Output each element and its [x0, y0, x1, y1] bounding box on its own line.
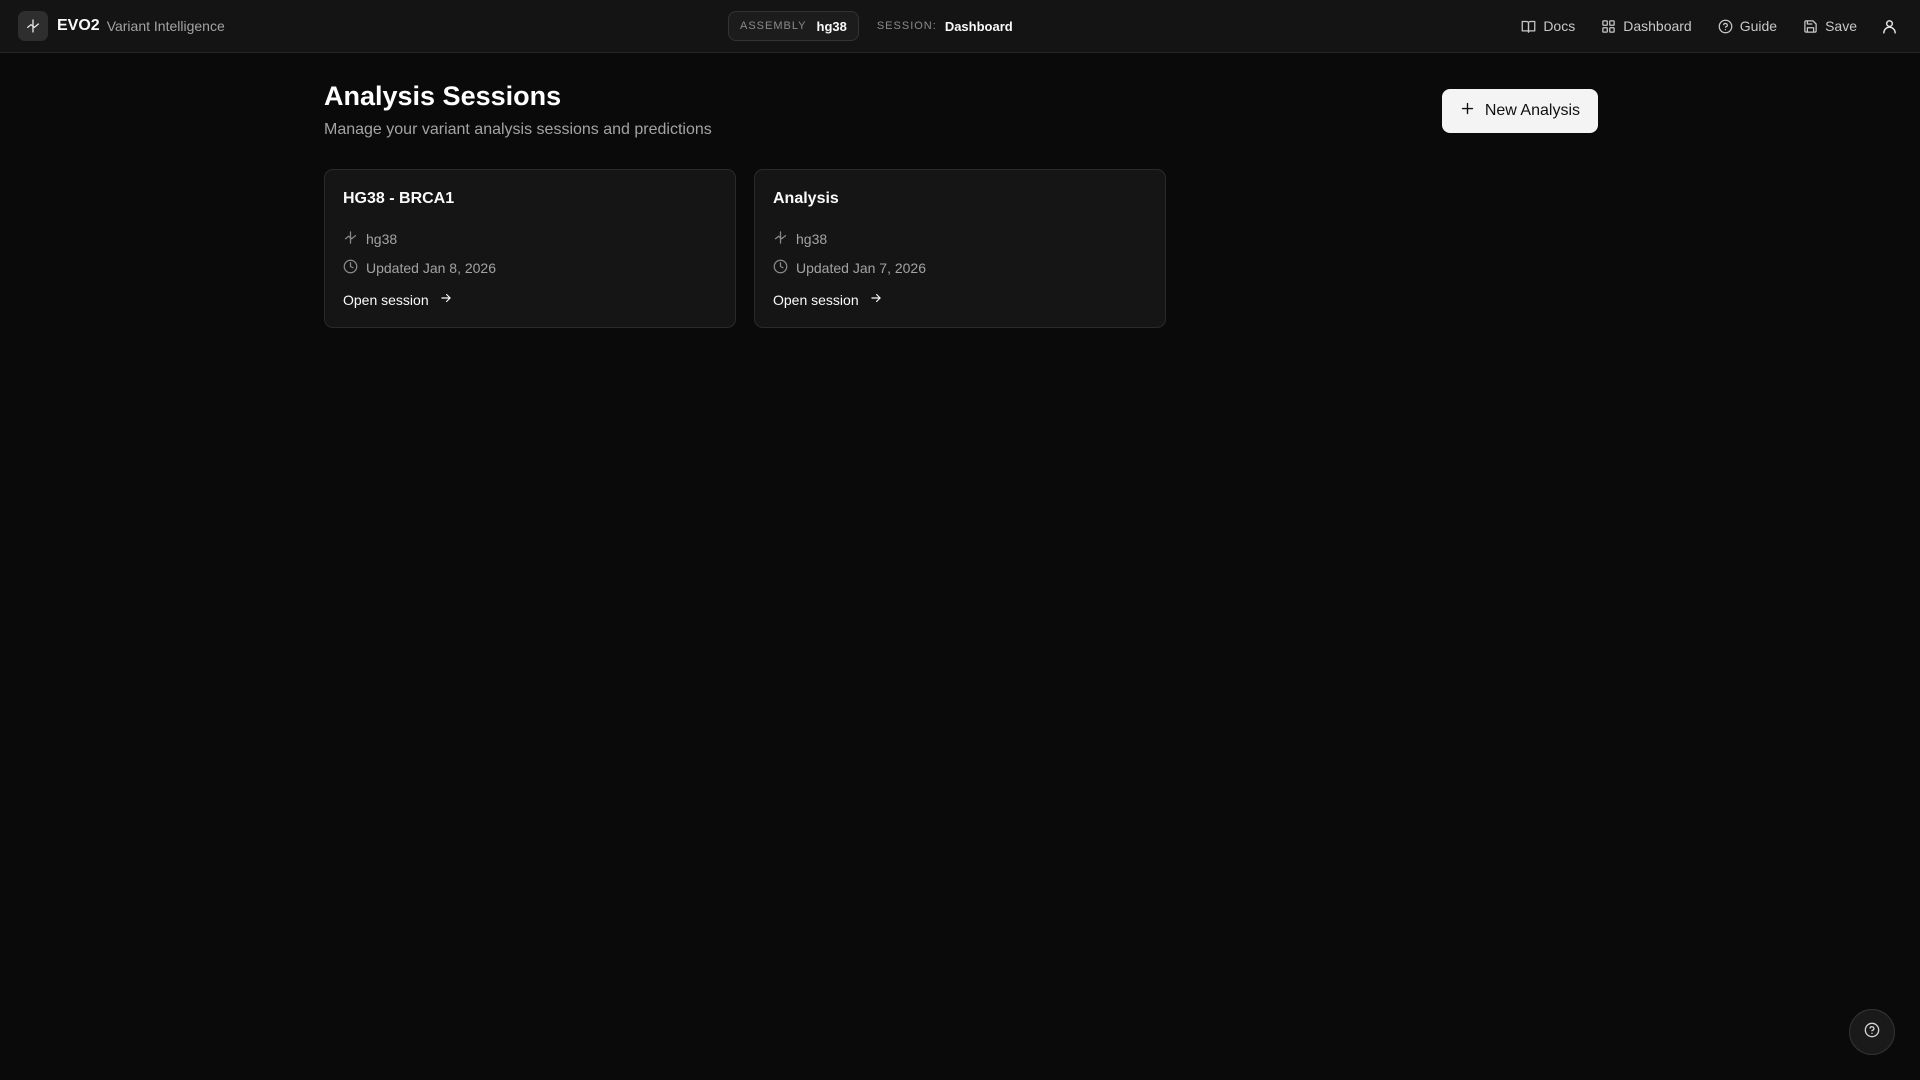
open-session-label: Open session — [773, 291, 859, 308]
dna-icon — [773, 230, 788, 248]
session-updated-value: Updated Jan 7, 2026 — [796, 260, 926, 276]
assembly-label: ASSEMBLY — [740, 20, 807, 32]
help-circle-icon — [1718, 19, 1733, 34]
top-nav: Docs Dashboard Guide Save — [1521, 11, 1898, 41]
dna-icon — [343, 230, 358, 248]
nav-dashboard-label: Dashboard — [1623, 18, 1692, 34]
user-icon — [1881, 18, 1898, 35]
clock-icon — [773, 259, 788, 277]
top-bar: EVO2 Variant Intelligence ASSEMBLY hg38 … — [0, 0, 1920, 53]
nav-docs-label: Docs — [1543, 18, 1576, 34]
brand-subtitle: Variant Intelligence — [106, 18, 225, 34]
session-updated-value: Updated Jan 8, 2026 — [366, 260, 496, 276]
session-card[interactable]: HG38 - BRCA1 hg38 Updated Jan 8, 2026 Op… — [324, 169, 736, 328]
brand-name: EVO2 — [57, 17, 100, 34]
nav-save-label: Save — [1825, 18, 1857, 34]
session-label: SESSION: — [876, 20, 937, 32]
assembly-selector[interactable]: ASSEMBLY hg38 — [728, 11, 859, 41]
dna-icon — [18, 11, 48, 41]
session-list: HG38 - BRCA1 hg38 Updated Jan 8, 2026 Op… — [324, 169, 1166, 328]
help-button[interactable] — [1849, 1009, 1895, 1055]
session-card[interactable]: Analysis hg38 Updated Jan 7, 2026 Open s… — [754, 169, 1166, 328]
page-title: Analysis Sessions — [324, 81, 562, 111]
brand[interactable]: EVO2 Variant Intelligence — [18, 11, 225, 41]
nav-docs[interactable]: Docs — [1521, 18, 1575, 34]
session-info: ASSEMBLY hg38 SESSION: Dashboard — [728, 11, 1013, 41]
session-assembly: hg38 — [343, 230, 717, 248]
page-subtitle: Manage your variant analysis sessions an… — [324, 121, 712, 138]
new-analysis-button[interactable]: New Analysis — [1441, 89, 1598, 133]
nav-guide[interactable]: Guide — [1718, 18, 1777, 34]
open-session-link[interactable]: Open session — [343, 291, 453, 308]
session-assembly-value: hg38 — [366, 231, 398, 247]
new-analysis-label: New Analysis — [1484, 102, 1580, 119]
session-assembly: hg38 — [773, 230, 1147, 248]
session-title: HG38 - BRCA1 — [343, 190, 455, 207]
open-session-link[interactable]: Open session — [773, 291, 883, 308]
clock-icon — [343, 259, 358, 277]
nav-guide-label: Guide — [1739, 18, 1778, 34]
plus-icon — [1460, 101, 1475, 121]
session-assembly-value: hg38 — [796, 231, 828, 247]
book-icon — [1521, 19, 1536, 34]
grid-icon — [1601, 19, 1616, 34]
session-updated: Updated Jan 8, 2026 — [343, 259, 717, 277]
session-title: Analysis — [773, 190, 839, 207]
arrow-right-icon — [439, 291, 453, 308]
open-session-label: Open session — [343, 291, 429, 308]
help-circle-icon — [1864, 1022, 1880, 1043]
user-menu-button[interactable] — [1881, 18, 1898, 35]
nav-dashboard[interactable]: Dashboard — [1601, 18, 1692, 34]
assembly-value: hg38 — [816, 18, 847, 34]
session-updated: Updated Jan 7, 2026 — [773, 259, 1147, 277]
save-icon — [1803, 19, 1818, 34]
arrow-right-icon — [869, 291, 883, 308]
session-value: Dashboard — [944, 18, 1013, 34]
nav-save[interactable]: Save — [1803, 18, 1857, 34]
